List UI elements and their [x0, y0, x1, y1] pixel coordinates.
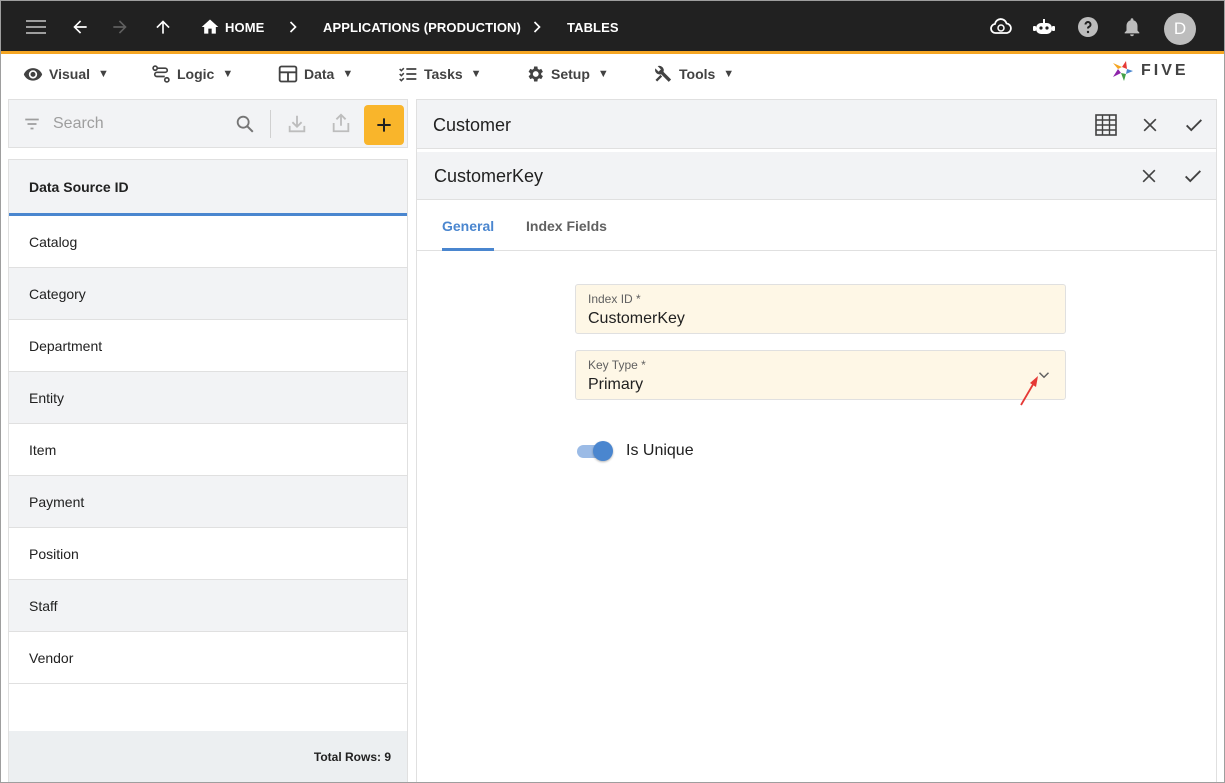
grid-view-button[interactable] [1094, 113, 1118, 137]
is-unique-toggle[interactable] [575, 440, 615, 462]
search-icon[interactable] [234, 113, 256, 135]
list-column-header[interactable]: Data Source ID [9, 160, 407, 216]
list-item[interactable]: Department [9, 320, 407, 372]
list-item[interactable]: Payment [9, 476, 407, 528]
flow-icon [152, 65, 170, 83]
dropdown-caret-icon: ▼ [723, 68, 735, 80]
key-type-label: Key Type * [588, 358, 646, 372]
breadcrumb-chevron-icon [289, 21, 297, 33]
menu-setup[interactable]: Setup ▼ [525, 64, 609, 84]
index-id-value[interactable]: CustomerKey [588, 310, 685, 328]
notification-bell-icon[interactable] [1120, 15, 1144, 39]
tools-icon [655, 65, 672, 82]
menu-label: Tasks [424, 66, 463, 82]
toolbar-divider [270, 110, 271, 138]
dropdown-caret-icon: ▼ [470, 68, 482, 80]
key-type-select[interactable]: Key Type * Primary [575, 350, 1066, 406]
five-logo: FIVE [1111, 59, 1189, 83]
menu-tools[interactable]: Tools ▼ [653, 64, 734, 84]
menu-label: Data [304, 66, 335, 82]
annotation-arrow-icon [1020, 376, 1038, 406]
menu-label: Tools [679, 66, 716, 82]
table-icon [278, 65, 298, 83]
up-arrow-icon[interactable] [151, 15, 175, 39]
menu-logic[interactable]: Logic ▼ [151, 64, 233, 84]
list-item[interactable]: Vendor [9, 632, 407, 684]
breadcrumb-chevron-icon [533, 21, 541, 33]
filter-icon[interactable] [23, 115, 41, 133]
close-icon [1142, 169, 1156, 183]
five-logo-mark-icon [1113, 61, 1133, 81]
user-avatar[interactable]: D [1164, 13, 1196, 45]
active-tab-indicator [442, 248, 494, 251]
check-icon [1185, 170, 1201, 183]
app-bar: HOME APPLICATIONS (PRODUCTION) TABLES D [1, 1, 1224, 54]
dropdown-caret-icon: ▼ [597, 68, 609, 80]
hamburger-menu-icon[interactable] [24, 15, 48, 39]
five-logo-text: FIVE [1141, 62, 1189, 79]
checklist-icon [399, 67, 417, 82]
tab-general[interactable]: General [442, 218, 494, 234]
add-record-button[interactable] [364, 105, 404, 145]
breadcrumb-tables[interactable]: TABLES [567, 20, 619, 35]
form-tabs: General Index Fields [417, 201, 1216, 251]
total-rows-count: Total Rows: 9 [9, 731, 407, 782]
menu-bar: Visual ▼ Logic ▼ Data ▼ Tasks ▼ Setup ▼ Tools… [1, 57, 1224, 91]
list-item[interactable]: Category [9, 268, 407, 320]
list-item[interactable]: Item [9, 424, 407, 476]
menu-label: Logic [177, 66, 215, 82]
grid-table-icon [1095, 114, 1117, 136]
search-input[interactable]: Search [53, 115, 104, 133]
save-sub-record-button[interactable] [1181, 164, 1205, 188]
toggle-knob [593, 441, 613, 461]
app-window: HOME APPLICATIONS (PRODUCTION) TABLES D … [0, 0, 1225, 783]
list-item[interactable]: Staff [9, 580, 407, 632]
breadcrumb-home[interactable]: HOME [225, 20, 264, 35]
record-header: Customer [417, 100, 1216, 149]
list-toolbar: Search [8, 99, 408, 148]
menu-label: Visual [49, 66, 90, 82]
tab-index-fields[interactable]: Index Fields [526, 218, 607, 234]
menu-data[interactable]: Data ▼ [278, 64, 353, 84]
export-upload-icon[interactable] [330, 111, 352, 135]
dropdown-caret-icon: ▼ [98, 68, 109, 80]
breadcrumb-applications[interactable]: APPLICATIONS (PRODUCTION) [323, 20, 521, 35]
eye-icon [23, 68, 43, 81]
cloud-sync-icon[interactable] [989, 15, 1013, 39]
menu-visual[interactable]: Visual ▼ [23, 64, 109, 84]
data-source-list: Data Source ID Catalog Category Departme… [8, 159, 408, 782]
sub-record-title: CustomerKey [434, 166, 544, 186]
index-id-label: Index ID * [588, 292, 641, 306]
list-item[interactable]: Position [9, 528, 407, 580]
menu-label: Setup [551, 66, 590, 82]
close-sub-record-button[interactable] [1137, 164, 1161, 188]
list-item[interactable]: Entity [9, 372, 407, 424]
dropdown-caret-icon: ▼ [222, 68, 234, 80]
save-record-button[interactable] [1182, 113, 1206, 137]
sub-record-header: CustomerKey [417, 152, 1216, 200]
record-title: Customer [433, 115, 512, 135]
back-arrow-icon[interactable] [68, 15, 92, 39]
assistant-bot-icon[interactable] [1032, 15, 1056, 39]
forward-arrow-icon[interactable] [108, 15, 132, 39]
close-record-button[interactable] [1138, 113, 1162, 137]
plus-icon [377, 118, 391, 132]
key-type-value: Primary [588, 376, 644, 393]
close-icon [1143, 118, 1157, 132]
menu-tasks[interactable]: Tasks ▼ [398, 64, 482, 84]
detail-panel: Customer CustomerKey General Index Field… [416, 99, 1217, 782]
index-id-field[interactable]: Index ID * CustomerKey [575, 284, 1066, 334]
list-item[interactable]: Catalog [9, 216, 407, 268]
gear-icon [528, 66, 543, 82]
import-download-icon[interactable] [286, 112, 308, 136]
check-icon [1186, 119, 1202, 132]
help-icon[interactable] [1076, 15, 1100, 39]
home-icon[interactable] [198, 15, 222, 39]
dropdown-caret-icon: ▼ [342, 68, 354, 80]
is-unique-label: Is Unique [626, 442, 694, 459]
